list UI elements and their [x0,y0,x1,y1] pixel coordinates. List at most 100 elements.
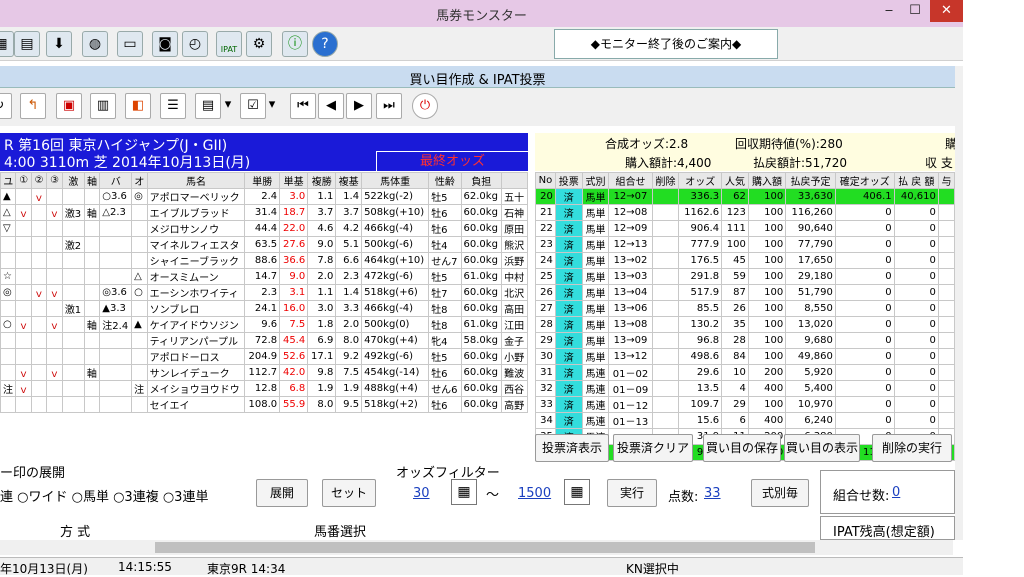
horse-row[interactable]: △ ｖ ｖ 激3 軸 △2.3 エイブルブラッド 31.4 18.7 3.7 3.7 508kg(+1… [0,204,528,221]
points-value[interactable]: 33 [704,486,721,501]
camera-icon[interactable]: ◙ [152,31,178,57]
info-icon[interactable]: ⓘ [282,31,308,57]
document-icon[interactable]: ▤ [14,31,40,57]
bet-col-header[interactable]: 投票 [554,172,583,189]
sheet-icon[interactable]: ▤ [195,93,221,119]
return-icon[interactable]: ↰ [20,93,46,119]
odds-max-value[interactable]: 1500 [518,486,551,501]
data-icon[interactable]: ▥ [90,93,116,119]
prev-icon[interactable]: ◀ [318,93,344,119]
bet-row[interactable]: 32 済馬連 01－09 13.5 4 400 5,400 0 0 [535,380,956,397]
horse-row[interactable]: ☆ △ オースミムーン 14.7 9.0 2.0 2.3 472kg(-6) 牡5 61.0kg 中… [0,268,528,285]
keypad-icon[interactable]: ▦ [451,479,477,505]
horse-row[interactable]: アポロドーロス 204.9 52.6 17.1 9.2 492kg(-6) 牡5 60.0kg… [0,348,528,365]
gear-icon[interactable]: ⚙ [246,31,272,57]
bet-col-header[interactable]: 与 [937,172,956,189]
bet-row[interactable]: 20 済馬単 12→07 336.3 62 100 33,630 406.1 40,610 [535,188,956,205]
bet-row[interactable]: 23 済馬単 12→13 777.9 100 100 77,790 0 0 [535,236,956,253]
keypad-icon[interactable]: ▦ [564,479,590,505]
globe-icon[interactable]: ◍ [82,31,108,57]
refresh-icon[interactable]: ↻ [0,93,12,119]
horse-row[interactable]: 注 ｖ 注メイショウヨウドウ 12.8 6.8 1.9 1.9 488kg(+4) せん6 60.… [0,380,528,397]
clear-voted-button[interactable]: 投票済クリア [613,434,693,462]
odds-min-value[interactable]: 30 [413,486,430,501]
bet-col-header[interactable]: 払戻予定 [785,172,836,189]
horse-row[interactable]: ｖ ｖ 軸 サンレイデューク 112.7 42.0 9.8 7.5 454kg(-14) 牡6 60… [0,364,528,381]
horse-col-header[interactable]: ③ [46,172,63,189]
next-icon[interactable]: ▶ [346,93,372,119]
bet-row[interactable]: 33 済馬連 01－12 109.7 29 100 10,970 0 0 [535,396,956,413]
horse-row[interactable]: ▲ ｖ ○3.6 ◎ アポロマーベリック 2.4 3.0 1.1 1.4 522kg(-2) 牡5 6… [0,188,528,205]
horse-col-header[interactable]: 複基 [335,172,363,189]
horse-row[interactable]: ティリアンパープル 72.8 45.4 6.9 8.0 470kg(+4) 牝4 58.0kg… [0,332,528,349]
help-icon[interactable]: ? [312,31,338,57]
bet-row[interactable]: 34 済馬連 01－13 15.6 6 400 6,240 0 0 [535,412,956,429]
bet-row[interactable]: 21 済馬単 12→08 1162.6 123 100 116,260 0 0 [535,204,956,221]
calendar-icon[interactable]: ▦ [0,31,14,57]
show-bets-button[interactable]: 買い目の表示 [784,434,860,462]
horse-col-header[interactable]: ② [30,172,48,189]
chevron-down-icon[interactable]: ▾ [222,93,234,119]
bet-col-header[interactable]: 払 戻 額 [893,172,939,189]
bet-col-header[interactable]: No [535,172,556,189]
last-icon[interactable]: ⏭ [376,93,402,119]
ipat-icon[interactable]: IPAT [216,31,242,57]
bet-col-header[interactable]: 確定オッズ [834,172,895,189]
minimize-button[interactable]: ‒ [876,0,902,22]
bet-col-header[interactable]: 購入額 [747,172,787,189]
check-icon[interactable]: ☑ [240,93,266,119]
bet-row[interactable]: 28 済馬単 13→08 130.2 35 100 13,020 0 0 [535,316,956,333]
horse-row[interactable]: 激1 ▲3.3 ソンブレロ 24.1 16.0 3.0 3.3 466kg(-4) 牡8 60.0… [0,300,528,317]
bet-row[interactable]: 27 済馬単 13→06 85.5 26 100 8,550 0 0 [535,300,956,317]
horse-row[interactable]: 激2 マイネルフィエスタ 63.5 27.6 9.0 5.1 500kg(-6) 牡4 60.0… [0,236,528,253]
bet-col-header[interactable]: 式別 [581,172,610,189]
first-icon[interactable]: ⏮ [290,93,316,119]
horse-col-header[interactable]: 複勝 [307,172,337,189]
vertical-scrollbar[interactable] [955,66,963,540]
horse-col-header[interactable]: 単基 [279,172,309,189]
screen-icon[interactable]: ▣ [56,93,82,119]
by-type-button[interactable]: 式別毎 [751,479,809,507]
power-icon[interactable]: ⏻ [412,93,438,119]
horse-row[interactable]: ▽ メジロサンノウ 44.4 22.0 4.6 4.2 466kg(-4) 牡6 60.0kg 原… [0,220,528,237]
horizontal-scrollbar[interactable] [0,540,953,555]
horse-col-header[interactable]: 単勝 [244,172,281,189]
show-voted-button[interactable]: 投票済表示 [535,434,609,462]
horse-col-header[interactable]: 馬体重 [361,172,430,189]
horse-col-header[interactable]: 激 [61,172,85,189]
chevron-down-icon[interactable]: ▾ [266,93,278,119]
monitor-notice-button[interactable]: ◆モニター終了後のご案内◆ [554,29,778,59]
bet-row[interactable]: 30 済馬単 13→12 498.6 84 100 49,860 0 0 [535,348,956,365]
horse-col-header[interactable]: バ [99,172,133,189]
bet-row[interactable]: 22 済馬単 12→09 906.4 111 100 90,640 0 0 [535,220,956,237]
bet-col-header[interactable]: 組合せ [608,172,653,189]
bet-row[interactable]: 26 済馬単 13→04 517.9 87 100 51,790 0 0 [535,284,956,301]
horse-col-header[interactable]: 軸 [83,172,101,189]
horse-col-header[interactable]: ユ [0,172,17,189]
expand-button[interactable]: 展開 [256,479,308,507]
bet-col-header[interactable]: 人気 [721,172,749,189]
horse-row[interactable]: ◎ ｖ ｖ ◎3.6 ○ エーシンホワイティ 2.3 3.1 1.1 1.4 518kg(+6) 牡7… [0,284,528,301]
run-filter-button[interactable]: 実行 [607,479,657,507]
close-button[interactable]: ✕ [930,0,963,22]
horse-col-header[interactable]: 性齢 [428,172,462,189]
priority-icon[interactable]: ◧ [125,93,151,119]
bet-col-header[interactable]: オッズ [678,172,723,189]
horse-col-header[interactable]: 負担 [460,172,503,189]
horse-col-header[interactable]: 馬名 [146,172,246,189]
set-button[interactable]: セット [322,479,376,507]
clock-icon[interactable]: ◴ [182,31,208,57]
horse-col-header[interactable] [501,172,528,189]
horse-row[interactable]: シャイニーブラック 88.6 36.6 7.8 6.6 464kg(+10) せん7 60.0… [0,252,528,269]
horse-row[interactable]: ○ ｖ ｖ 軸注2.4 ▲ ケイアイドウソジン 9.6 7.5 1.8 2.0 500kg(0) 牡8… [0,316,528,333]
horse-col-header[interactable]: オ [131,172,148,189]
bet-row[interactable]: 24 済馬単 13→02 176.5 45 100 17,650 0 0 [535,252,956,269]
save-bets-button[interactable]: 買い目の保存 [703,434,781,462]
bet-row[interactable]: 29 済馬単 13→09 96.8 28 100 9,680 0 0 [535,332,956,349]
horse-row[interactable]: セイエイ 108.0 55.9 8.0 9.5 518kg(+2) 牡6 60.0kg 高野 [0,396,528,413]
bet-type-radio-group[interactable]: 連 ○ワイド ○馬単 ○3連複 ○3連単 [0,486,208,505]
maximize-button[interactable]: ☐ [902,0,928,22]
execute-delete-button[interactable]: 削除の実行 [872,434,952,462]
bet-row[interactable]: 25 済馬単 13→03 291.8 59 100 29,180 0 0 [535,268,956,285]
folder-icon[interactable]: ▭ [117,31,143,57]
